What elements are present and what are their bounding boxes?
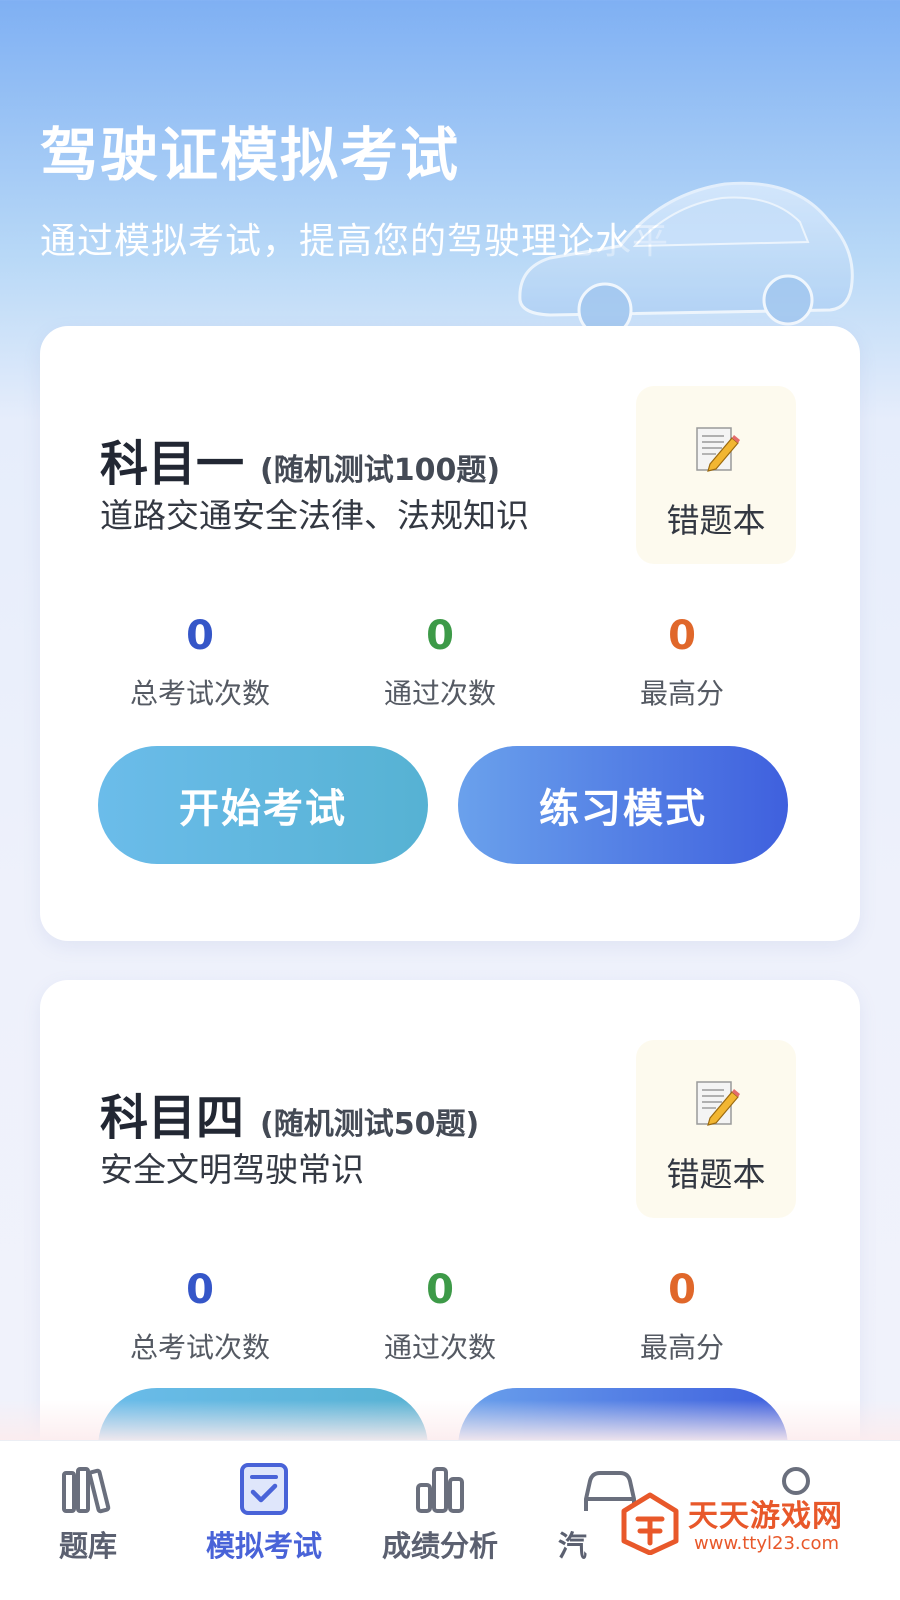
subject-description: 道路交通安全法律、法规知识: [100, 496, 529, 535]
stats-row: 0 总考试次数 0 通过次数 0 最高分: [40, 614, 860, 714]
stat-label: 总考试次数: [129, 677, 270, 710]
bottom-navigation: 题库 模拟考试 成绩分析 汽 天天游戏网 www.ttyl23.com: [0, 1440, 900, 1600]
stat-value: 0: [668, 613, 696, 659]
nav-label: 成绩分析: [381, 1529, 498, 1563]
nav-label: 模拟考试: [205, 1529, 322, 1563]
start-exam-button[interactable]: 开始考试: [98, 746, 428, 864]
stat-best-score: 0 最高分: [562, 1268, 802, 1366]
subject-name: 科目四: [100, 1090, 245, 1146]
practice-mode-button[interactable]: 练习模式: [458, 746, 788, 864]
books-icon: [62, 1467, 111, 1514]
site-watermark: 天天游戏网 www.ttyl23.com: [610, 1489, 870, 1569]
car-illustration-icon: [518, 181, 854, 338]
stat-value: 0: [186, 613, 214, 659]
stat-passes: 0 通过次数: [320, 1268, 560, 1366]
subject-heading: 科目一 (随机测试100题): [100, 424, 500, 494]
stat-total-exams: 0 总考试次数: [80, 614, 320, 712]
stat-label: 通过次数: [383, 1331, 496, 1364]
stat-value: 0: [426, 613, 454, 659]
watermark-url: www.ttyl23.com: [694, 1533, 840, 1554]
stat-value: 0: [186, 1267, 214, 1313]
subject-heading: 科目四 (随机测试50题): [100, 1078, 479, 1148]
stat-passes: 0 通过次数: [320, 614, 560, 712]
stat-label: 最高分: [639, 677, 724, 710]
wrong-book-label: 错题本: [666, 1155, 766, 1194]
stat-label: 总考试次数: [129, 1331, 270, 1364]
notepad-pencil-icon: [696, 427, 740, 472]
stat-total-exams: 0 总考试次数: [80, 1268, 320, 1366]
bar-chart-icon: [416, 1467, 464, 1513]
wrong-book-button[interactable]: 错题本: [636, 386, 796, 564]
wrong-book-button[interactable]: 错题本: [636, 1040, 796, 1218]
stat-value: 0: [426, 1267, 454, 1313]
notepad-pencil-icon: [696, 1081, 740, 1126]
stat-best-score: 0 最高分: [562, 614, 802, 712]
subject-note: (随机测试50题): [260, 1107, 480, 1142]
exam-check-icon: [240, 1463, 288, 1515]
stat-value: 0: [668, 1267, 696, 1313]
nav-item-question-bank[interactable]: 题库: [8, 1441, 168, 1600]
stat-label: 最高分: [639, 1331, 724, 1364]
watermark-text: 天天游戏网: [688, 1499, 843, 1534]
header-banner: 驾驶证模拟考试 通过模拟考试，提高您的驾驶理论水平: [0, 0, 900, 340]
page-title: 驾驶证模拟考试: [40, 121, 461, 189]
subject-card-1: 科目一 (随机测试100题) 道路交通安全法律、法规知识 错题本 0 总考试次数…: [40, 326, 860, 941]
nav-fade-overlay: [0, 1400, 900, 1440]
nav-item-mock-exam[interactable]: 模拟考试: [184, 1441, 344, 1600]
subject-name: 科目一: [100, 436, 245, 492]
nav-item-score-analysis[interactable]: 成绩分析: [360, 1441, 520, 1600]
stat-label: 通过次数: [383, 677, 496, 710]
subject-note: (随机测试100题): [260, 453, 501, 488]
nav-label: 题库: [58, 1529, 117, 1563]
watermark-logo-icon: [621, 1492, 679, 1555]
subject-description: 安全文明驾驶常识: [100, 1150, 364, 1189]
stats-row: 0 总考试次数 0 通过次数 0 最高分: [40, 1268, 860, 1368]
wrong-book-label: 错题本: [666, 501, 766, 540]
